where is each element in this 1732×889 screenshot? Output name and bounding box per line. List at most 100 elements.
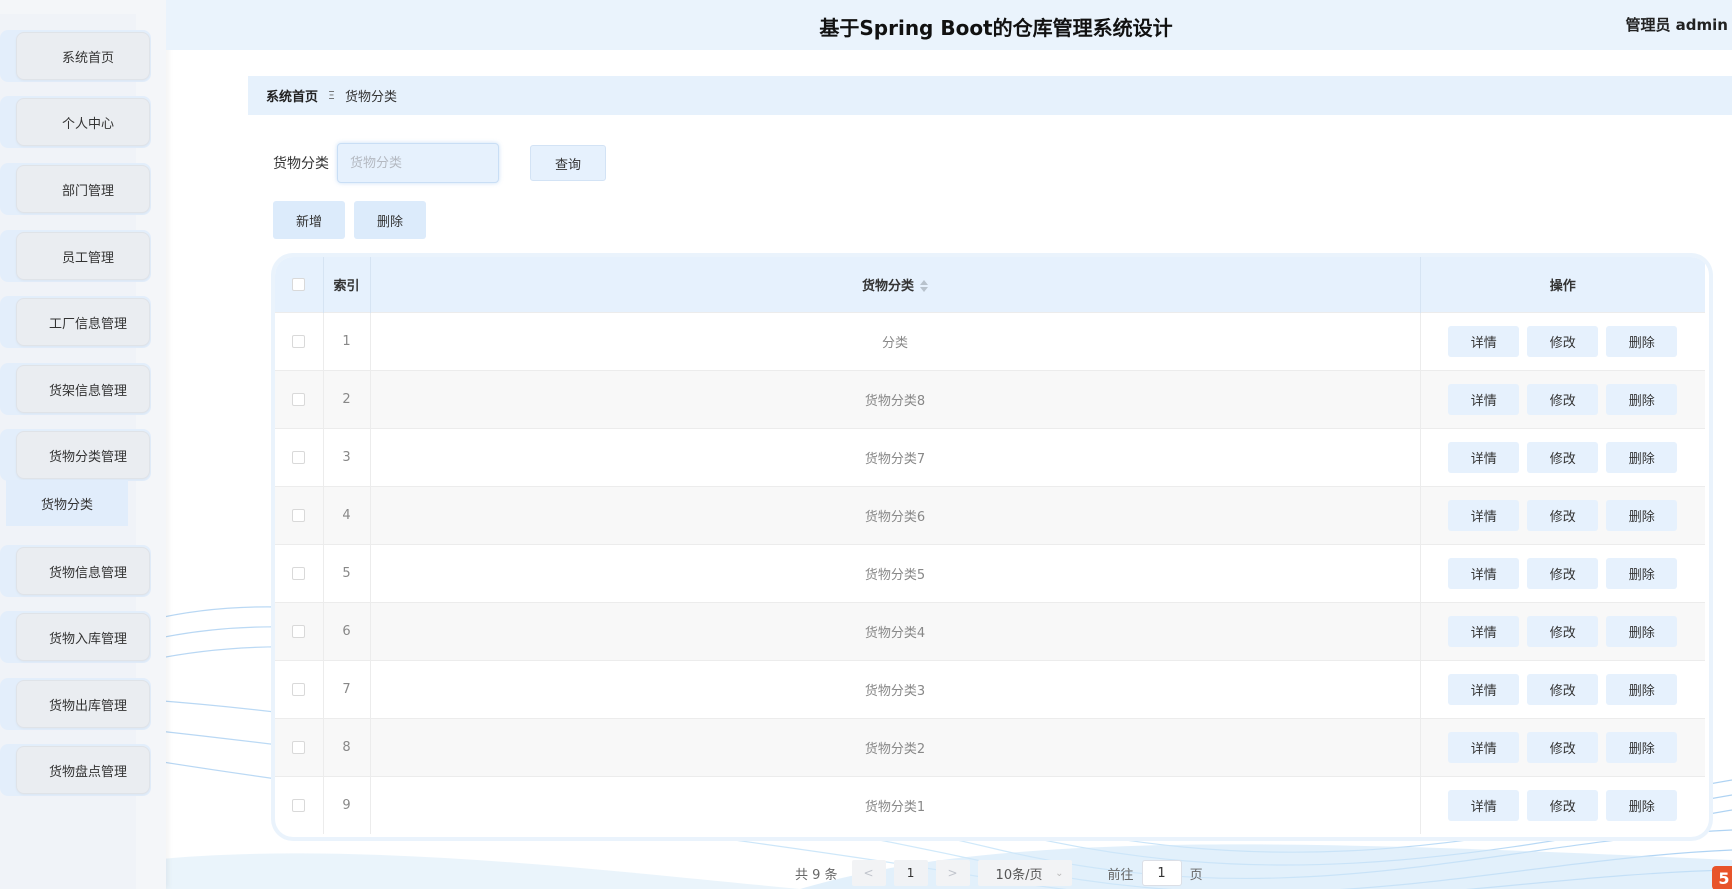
row-category: 货物分类5 xyxy=(370,543,1421,602)
delete-button[interactable]: 删除 xyxy=(1606,731,1678,763)
delete-button[interactable]: 删除 xyxy=(1606,789,1678,821)
detail-button[interactable]: 详情 xyxy=(1448,325,1520,357)
row-checkbox[interactable] xyxy=(292,682,306,696)
page-size-value: 10条/页 xyxy=(995,867,1043,883)
sidebar-item-button[interactable]: 系统首页 xyxy=(16,32,150,80)
detail-button[interactable]: 详情 xyxy=(1448,789,1520,821)
sidebar-item-inbound[interactable]: 货物入库管理 xyxy=(0,611,151,663)
edit-button[interactable]: 修改 xyxy=(1527,789,1599,821)
table-row: 1 分类 详情 修改 删除 xyxy=(275,311,1705,370)
edit-button[interactable]: 修改 xyxy=(1527,441,1599,473)
sidebar-item-profile[interactable]: 个人中心 xyxy=(0,96,151,148)
row-checkbox[interactable] xyxy=(292,392,306,406)
sidebar-item-home[interactable]: 系统首页 xyxy=(0,30,151,82)
sidebar-item-departments[interactable]: 部门管理 xyxy=(0,163,151,215)
category-table: 索引 货物分类 操作 1 分类 详情 修改 删除 2 货物分类8 详情 修改 删除 3 货物分类7 详情… xyxy=(275,257,1709,837)
sidebar-item-button[interactable]: 部门管理 xyxy=(16,165,150,213)
header-category-label: 货物分类 xyxy=(861,278,914,294)
page-number-button[interactable]: 1 xyxy=(893,860,928,886)
delete-button[interactable]: 删除 xyxy=(1606,615,1678,647)
user-info[interactable]: 管理员 admin xyxy=(1625,14,1728,35)
sidebar-item-employees[interactable]: 员工管理 xyxy=(0,230,151,282)
row-select-cell[interactable] xyxy=(275,543,324,602)
row-category: 货物分类6 xyxy=(370,485,1421,544)
table-row: 4 货物分类6 详情 修改 删除 xyxy=(275,485,1705,544)
category-search-input[interactable] xyxy=(337,143,499,183)
delete-button[interactable]: 删除 xyxy=(1606,499,1678,531)
edit-button[interactable]: 修改 xyxy=(1527,383,1599,415)
row-checkbox[interactable] xyxy=(292,798,306,812)
delete-button[interactable]: 删除 xyxy=(1606,673,1678,705)
next-page-button[interactable]: > xyxy=(935,860,970,886)
edit-button[interactable]: 修改 xyxy=(1527,731,1599,763)
row-checkbox[interactable] xyxy=(292,624,306,638)
delete-button[interactable]: 删除 xyxy=(1606,441,1678,473)
sidebar-item-shelves[interactable]: 货架信息管理 xyxy=(0,363,151,415)
row-operations: 详情 修改 删除 xyxy=(1420,543,1705,602)
row-checkbox[interactable] xyxy=(292,334,306,348)
detail-button[interactable]: 详情 xyxy=(1448,499,1520,531)
page-size-select[interactable]: 10条/页 ⌄ xyxy=(977,860,1072,886)
sidebar-item-button[interactable]: 货物入库管理 xyxy=(16,613,150,661)
header-category[interactable]: 货物分类 xyxy=(370,257,1421,312)
detail-button[interactable]: 详情 xyxy=(1448,615,1520,647)
edit-button[interactable]: 修改 xyxy=(1527,557,1599,589)
add-button[interactable]: 新增 xyxy=(273,201,345,239)
delete-button[interactable]: 删除 xyxy=(1606,383,1678,415)
row-select-cell[interactable] xyxy=(275,369,324,428)
sidebar-subitem-category[interactable]: 货物分类 xyxy=(6,480,128,526)
html5-icon: 5 xyxy=(1712,866,1732,889)
sidebar-item-button[interactable]: 员工管理 xyxy=(16,232,150,280)
row-select-cell[interactable] xyxy=(275,311,324,370)
delete-button[interactable]: 删除 xyxy=(1606,557,1678,589)
row-select-cell[interactable] xyxy=(275,717,324,776)
row-checkbox[interactable] xyxy=(292,508,306,522)
sidebar-item-button[interactable]: 货架信息管理 xyxy=(16,365,150,413)
sidebar-item-outbound[interactable]: 货物出库管理 xyxy=(0,678,151,730)
select-all-checkbox[interactable] xyxy=(292,277,306,291)
edit-button[interactable]: 修改 xyxy=(1527,673,1599,705)
row-index: 2 xyxy=(323,369,371,428)
sidebar-item-inventory[interactable]: 货物盘点管理 xyxy=(0,744,151,796)
header-select-all[interactable] xyxy=(275,257,324,312)
row-category: 货物分类8 xyxy=(370,369,1421,428)
sidebar-item-category-mgmt[interactable]: 货物分类管理 xyxy=(0,429,151,481)
detail-button[interactable]: 详情 xyxy=(1448,731,1520,763)
detail-button[interactable]: 详情 xyxy=(1448,557,1520,589)
breadcrumb-home[interactable]: 系统首页 xyxy=(266,86,318,105)
detail-button[interactable]: 详情 xyxy=(1448,441,1520,473)
sidebar-item-button[interactable]: 货物信息管理 xyxy=(16,547,150,595)
search-bar: 货物分类 xyxy=(273,143,499,183)
goto-page-input[interactable]: 1 xyxy=(1141,860,1182,886)
sidebar-item-button[interactable]: 工厂信息管理 xyxy=(16,298,150,346)
row-checkbox[interactable] xyxy=(292,566,306,580)
row-select-cell[interactable] xyxy=(275,485,324,544)
prev-page-button[interactable]: < xyxy=(851,860,886,886)
edit-button[interactable]: 修改 xyxy=(1527,499,1599,531)
row-select-cell[interactable] xyxy=(275,659,324,718)
detail-button[interactable]: 详情 xyxy=(1448,673,1520,705)
row-checkbox[interactable] xyxy=(292,740,306,754)
row-category: 分类 xyxy=(370,311,1421,370)
edit-button[interactable]: 修改 xyxy=(1527,615,1599,647)
query-button[interactable]: 查询 xyxy=(530,145,606,181)
sidebar-item-button[interactable]: 个人中心 xyxy=(16,98,150,146)
edit-button[interactable]: 修改 xyxy=(1527,325,1599,357)
row-checkbox[interactable] xyxy=(292,450,306,464)
sidebar-item-label: 系统首页 xyxy=(61,50,114,66)
sidebar-item-goods[interactable]: 货物信息管理 xyxy=(0,545,151,597)
sort-icon[interactable] xyxy=(920,279,928,293)
table-row: 8 货物分类2 详情 修改 删除 xyxy=(275,717,1705,776)
breadcrumb-separator-icon: Ξ xyxy=(328,89,335,102)
delete-button[interactable]: 删除 xyxy=(1606,325,1678,357)
sidebar-item-button[interactable]: 货物出库管理 xyxy=(16,680,150,728)
row-select-cell[interactable] xyxy=(275,601,324,660)
batch-delete-button[interactable]: 删除 xyxy=(354,201,426,239)
row-select-cell[interactable] xyxy=(275,775,324,834)
sidebar-item-factory[interactable]: 工厂信息管理 xyxy=(0,296,151,348)
sidebar-item-button[interactable]: 货物分类管理 xyxy=(16,431,150,479)
sidebar-item-label: 货架信息管理 xyxy=(48,383,127,399)
sidebar-item-button[interactable]: 货物盘点管理 xyxy=(16,746,150,794)
row-select-cell[interactable] xyxy=(275,427,324,486)
detail-button[interactable]: 详情 xyxy=(1448,383,1520,415)
